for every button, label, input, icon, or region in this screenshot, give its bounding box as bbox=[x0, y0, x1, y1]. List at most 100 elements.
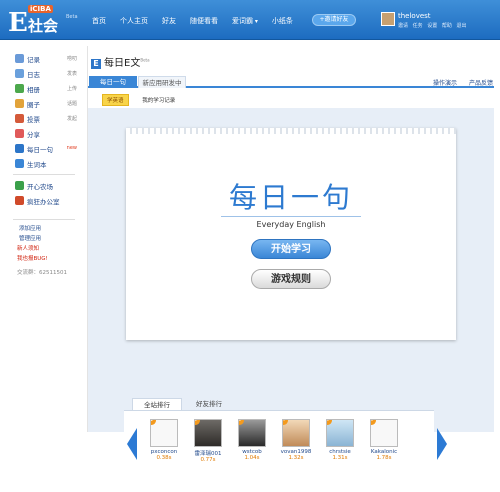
ranking-entry[interactable]: 2 雷泽瑞001 0.77s bbox=[190, 419, 226, 463]
avatar: 6 bbox=[370, 419, 398, 447]
card-subtitle: Everyday English bbox=[256, 220, 326, 229]
sidebar-item-label: 分享 bbox=[27, 131, 40, 139]
sidebar-item-vote[interactable]: 投票 发起 bbox=[13, 112, 77, 127]
link-help[interactable]: 帮助 bbox=[442, 23, 452, 29]
link-tasks[interactable]: 任务 bbox=[413, 23, 423, 29]
username[interactable]: thelovest bbox=[398, 12, 431, 20]
logo-beta: Beta bbox=[66, 14, 78, 20]
sidebar-item-action[interactable]: 话题 bbox=[67, 100, 77, 107]
manage-app-link[interactable]: 管理应用 bbox=[13, 234, 75, 244]
entry-time: 0.77s bbox=[200, 457, 216, 463]
start-learning-button[interactable]: 开始学习 bbox=[251, 239, 331, 259]
link-invite[interactable]: 邀请 bbox=[398, 23, 408, 29]
site-logo[interactable]: E iCIBA 社会 Beta bbox=[6, 4, 80, 38]
sidebar-item-label: 记录 bbox=[27, 56, 40, 64]
invite-friends-button[interactable]: +邀请好友 bbox=[312, 14, 356, 26]
user-links: 邀请 任务 设置 帮助 退出 bbox=[398, 22, 469, 29]
ranking-entry[interactable]: 5 chrstsie 1.31s bbox=[322, 419, 358, 461]
sub-tabs: 学英语 我的学习记录 bbox=[102, 94, 175, 106]
nav-friends[interactable]: 好友 bbox=[162, 16, 176, 26]
ranking-entry[interactable]: 3 wstcob 1.04s bbox=[234, 419, 270, 461]
game-rules-button[interactable]: 游戏规则 bbox=[251, 269, 331, 289]
sidebar-item-journal[interactable]: 日志 发表 bbox=[13, 67, 77, 82]
nav-home[interactable]: 首页 bbox=[92, 16, 106, 26]
tab-daily-sentence[interactable]: 每日一句 bbox=[89, 76, 137, 88]
sidebar-app-farm[interactable]: 开心农场 bbox=[13, 179, 75, 194]
sidebar-item-label: 疯狂办公室 bbox=[27, 198, 60, 206]
sidebar-item-daily[interactable]: 每日一句 new bbox=[13, 142, 77, 157]
subtab-my-record[interactable]: 我的学习记录 bbox=[142, 98, 175, 104]
rank-badge: 3 bbox=[239, 420, 244, 425]
sidebar-item-label: 生词本 bbox=[27, 161, 47, 169]
circle-icon bbox=[15, 99, 24, 108]
tab-new-app[interactable]: 新应用研发中 bbox=[138, 76, 186, 88]
sidebar-item-label: 投票 bbox=[27, 116, 40, 124]
avatar: 3 bbox=[238, 419, 266, 447]
sidebar-item-circle[interactable]: 圈子 话题 bbox=[13, 97, 77, 112]
logo-e-letter: E bbox=[8, 8, 28, 38]
logo-brand: iCIBA bbox=[28, 5, 53, 13]
sidebar-item-wordbook[interactable]: 生词本 bbox=[13, 157, 75, 172]
ranking-entry[interactable]: 4 vovan1998 1.32s bbox=[278, 419, 314, 461]
page-title-text: 每日E文 bbox=[104, 58, 141, 69]
card-title: 每日一句 bbox=[228, 181, 353, 214]
sidebar-item-label: 圈子 bbox=[27, 101, 40, 109]
sidebar-item-action[interactable]: 唠叨 bbox=[67, 55, 77, 62]
nav-browse[interactable]: 随便看看 bbox=[190, 16, 218, 26]
rank-badge: 5 bbox=[327, 420, 332, 425]
sidebar-item-action[interactable]: 发起 bbox=[67, 115, 77, 122]
arrow-right-icon[interactable] bbox=[436, 427, 448, 461]
journal-icon bbox=[15, 69, 24, 78]
add-app-link[interactable]: 添加应用 bbox=[13, 224, 75, 234]
card-divider bbox=[221, 216, 361, 217]
user-avatar[interactable] bbox=[381, 12, 395, 26]
rank-badge: 4 bbox=[283, 420, 288, 425]
entry-time: 0.38s bbox=[156, 455, 172, 461]
sidebar-app-office[interactable]: 疯狂办公室 bbox=[13, 194, 75, 209]
avatar: 4 bbox=[282, 419, 310, 447]
avatar: 2 bbox=[194, 419, 222, 447]
entry-time: 1.32s bbox=[288, 455, 304, 461]
sidebar-item-action[interactable]: 发表 bbox=[67, 70, 77, 77]
entry-time: 1.78s bbox=[376, 455, 392, 461]
sidebar-item-share[interactable]: 分享 bbox=[13, 127, 75, 142]
notes-icon bbox=[15, 54, 24, 63]
entry-time: 1.04s bbox=[244, 455, 260, 461]
ranking-list: 1 pxconcon 0.38s 2 雷泽瑞001 0.77s 3 wstcob… bbox=[124, 410, 447, 492]
nav-iciba[interactable]: 爱词霸 bbox=[232, 16, 258, 26]
daily-e-icon bbox=[15, 144, 24, 153]
logo-text: 社会 bbox=[28, 17, 59, 35]
sidebar: 记录 唠叨 日志 发表 相册 上传 圈子 话题 投票 发起 分享 每日一句 ne… bbox=[13, 52, 77, 276]
link-logout[interactable]: 退出 bbox=[456, 23, 466, 29]
subtab-learn[interactable]: 学英语 bbox=[102, 94, 129, 106]
sidebar-item-album[interactable]: 相册 上传 bbox=[13, 82, 77, 97]
sidebar-item-label: 日志 bbox=[27, 71, 40, 79]
page-title-beta: Beta bbox=[140, 57, 150, 63]
office-icon bbox=[15, 196, 24, 205]
nav-messages[interactable]: 小纸条 bbox=[272, 16, 293, 26]
sidebar-divider bbox=[13, 219, 75, 220]
link-settings[interactable]: 设置 bbox=[427, 23, 437, 29]
report-bug-link[interactable]: 我也报BUG! bbox=[13, 254, 75, 264]
demo-link[interactable]: 操作演示 bbox=[433, 80, 457, 87]
tab-site-ranking[interactable]: 全站排行 bbox=[132, 398, 182, 410]
nav-profile[interactable]: 个人主页 bbox=[120, 16, 148, 26]
sidebar-item-label: 每日一句 bbox=[27, 146, 53, 154]
entry-name: 雷泽瑞001 bbox=[194, 451, 222, 457]
tab-friend-ranking[interactable]: 好友排行 bbox=[184, 398, 234, 410]
avatar: 5 bbox=[326, 419, 354, 447]
top-bar: E iCIBA 社会 Beta 首页 个人主页 好友 随便看看 爱词霸 小纸条 … bbox=[0, 0, 500, 40]
rank-badge: 2 bbox=[195, 420, 200, 425]
newbie-notice-link[interactable]: 新人须知 bbox=[13, 244, 75, 254]
ranking-entry[interactable]: 1 pxconcon 0.38s bbox=[146, 419, 182, 461]
game-area: 每日一句 Everyday English 开始学习 游戏规则 全站排行 好友排… bbox=[88, 108, 494, 492]
sidebar-item-action[interactable]: 上传 bbox=[67, 85, 77, 92]
arrow-left-icon[interactable] bbox=[126, 427, 138, 461]
main-panel: E 每日E文Beta 每日一句 新应用研发中 操作演示 产品反馈 学英语 我的学习… bbox=[87, 46, 494, 492]
new-badge: new bbox=[66, 145, 77, 151]
ranking-entry[interactable]: 6 Kakalonic 1.78s bbox=[366, 419, 402, 461]
feedback-link[interactable]: 产品反馈 bbox=[469, 80, 493, 87]
sidebar-divider bbox=[13, 174, 75, 175]
sidebar-item-label: 相册 bbox=[27, 86, 40, 94]
sidebar-item-notes[interactable]: 记录 唠叨 bbox=[13, 52, 77, 67]
